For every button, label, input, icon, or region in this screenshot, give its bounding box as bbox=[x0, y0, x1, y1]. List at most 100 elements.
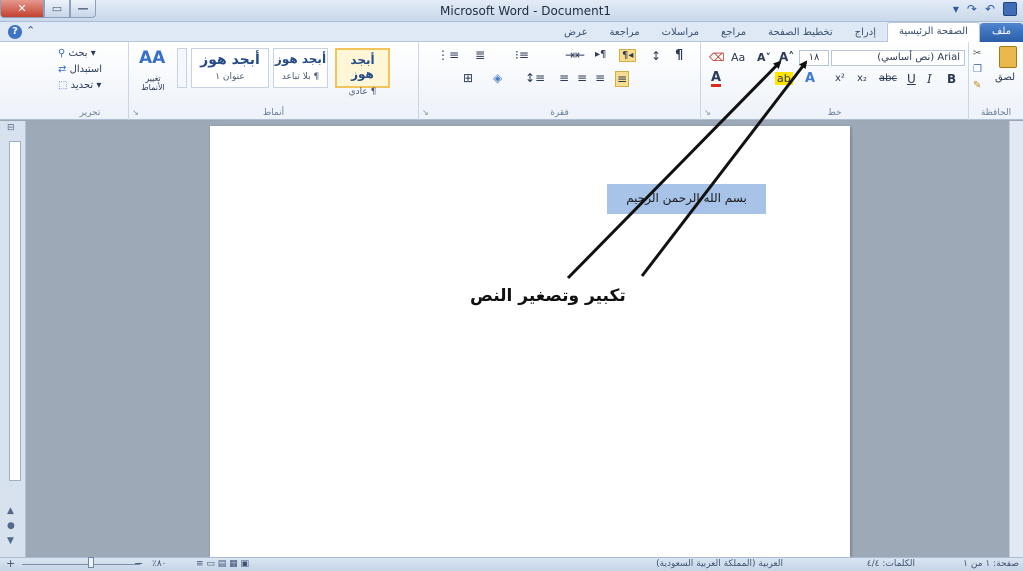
styles-group-label: أنماط bbox=[262, 108, 285, 118]
replace-button[interactable]: استبدال ⇄ bbox=[58, 64, 102, 75]
tab-file[interactable]: ملف bbox=[979, 23, 1023, 42]
zoom-in-button[interactable]: + bbox=[6, 557, 15, 570]
select-label: تحديد bbox=[70, 80, 94, 91]
paste-icon[interactable] bbox=[999, 46, 1017, 68]
superscript-button[interactable]: x² bbox=[835, 73, 845, 84]
document-page[interactable]: بسم الله الرحمن الرحيم bbox=[210, 126, 850, 557]
replace-icon: ⇄ bbox=[58, 64, 67, 75]
style-no-spacing-name: ¶ بلا تباعد bbox=[281, 72, 320, 82]
font-group-label: خط bbox=[827, 108, 842, 118]
style-normal[interactable]: أبجد هوز ¶ عادي bbox=[335, 48, 390, 97]
title-bar: ✕ ▭ — Microsoft Word - Document1 ▾ ↷ ↶ bbox=[0, 0, 1023, 22]
style-heading-1[interactable]: أبجد هوز عنوان ١ bbox=[191, 48, 269, 88]
multilevel-list-button[interactable]: ⁝≡ bbox=[515, 48, 529, 62]
ribbon-tabs-row: ? ⌃ ملف الصفحة الرئيسية إدراج تخطيط الصف… bbox=[0, 22, 1023, 42]
change-styles-button[interactable]: تغيير الأنماط bbox=[133, 74, 173, 92]
strikethrough-button[interactable]: abc bbox=[879, 73, 897, 84]
italic-button[interactable]: I bbox=[927, 72, 932, 86]
indent-icons[interactable]: ⇥⇤ bbox=[565, 48, 585, 62]
style-no-spacing-sample: أبجد هوز bbox=[274, 52, 327, 66]
page-indicator[interactable]: صفحة: ١ من ١ bbox=[963, 559, 1019, 569]
qat-dropdown-icon[interactable]: ▾ bbox=[953, 2, 959, 16]
change-case-button[interactable]: Aa bbox=[731, 51, 745, 64]
ruler-toggle-icon[interactable]: ⊟ bbox=[7, 123, 15, 133]
clipboard-group-label: الحافظة bbox=[980, 108, 1012, 118]
paragraph-dialog-launcher-icon[interactable]: ↘ bbox=[422, 108, 429, 117]
ltr-direction-button[interactable]: ▸¶ bbox=[595, 49, 606, 60]
tab-view[interactable]: عرض bbox=[553, 24, 599, 42]
minimize-button[interactable]: — bbox=[70, 0, 96, 18]
font-dialog-launcher-icon[interactable]: ↘ bbox=[704, 108, 711, 117]
font-size-combo[interactable]: ١٨ bbox=[799, 50, 829, 66]
cut-icon[interactable]: ✂ bbox=[973, 48, 981, 59]
rtl-direction-button[interactable]: ¶◂ bbox=[619, 49, 637, 62]
style-heading-1-sample: أبجد هوز bbox=[200, 52, 260, 68]
tab-review[interactable]: مراجعة bbox=[599, 24, 651, 42]
zoom-out-button[interactable]: − bbox=[134, 557, 143, 570]
bold-button[interactable]: B bbox=[947, 72, 956, 86]
font-color-button[interactable]: A bbox=[711, 71, 722, 87]
selected-document-text[interactable]: بسم الله الرحمن الرحيم bbox=[607, 184, 766, 214]
vertical-ruler: ⊟ ▲ ● ▼ bbox=[0, 121, 26, 557]
font-name-combo[interactable]: Arial (نص أساسي) bbox=[831, 50, 965, 66]
window-controls: ✕ ▭ — bbox=[0, 0, 96, 20]
styles-gallery-scroll[interactable] bbox=[177, 48, 187, 88]
undo-icon[interactable]: ↶ bbox=[985, 2, 995, 16]
tab-references[interactable]: مراجع bbox=[710, 24, 757, 42]
editing-group: ▾ بحث ⚲ استبدال ⇄ ▾ تحديد ⬚ تحرير bbox=[52, 42, 128, 120]
close-button[interactable]: ✕ bbox=[0, 0, 44, 18]
tab-mailings[interactable]: مراسلات bbox=[651, 24, 710, 42]
save-icon[interactable] bbox=[1003, 2, 1017, 16]
clear-formatting-button[interactable]: ⌫ bbox=[709, 51, 725, 64]
align-justify-button[interactable]: ≡ bbox=[595, 71, 605, 85]
style-heading-1-name: عنوان ١ bbox=[215, 72, 245, 82]
view-buttons[interactable]: ≡ ▭ ▤ ▦ ▣ bbox=[196, 559, 249, 569]
minimize-ribbon-icon[interactable]: ⌃ bbox=[26, 24, 35, 37]
maximize-button[interactable]: ▭ bbox=[44, 0, 70, 18]
copy-icon[interactable]: ❐ bbox=[973, 64, 982, 75]
shading-button[interactable]: ◈ bbox=[493, 71, 502, 85]
styles-dialog-launcher-icon[interactable]: ↘ bbox=[132, 108, 139, 117]
tab-insert[interactable]: إدراج bbox=[844, 24, 887, 42]
vertical-scrollbar[interactable] bbox=[1009, 121, 1023, 557]
word-count[interactable]: الكلمات: ٤/٤ bbox=[867, 559, 915, 569]
clipboard-group: لصق ✂ ❐ ✎ الحافظة bbox=[968, 42, 1023, 120]
paste-button[interactable]: لصق bbox=[995, 72, 1015, 83]
zoom-slider-thumb[interactable] bbox=[88, 557, 94, 568]
tab-page-layout[interactable]: تخطيط الصفحة bbox=[757, 24, 844, 42]
text-effects-button[interactable]: A bbox=[805, 71, 815, 86]
select-button[interactable]: ▾ تحديد ⬚ bbox=[58, 80, 101, 91]
line-spacing-button[interactable]: ↕≡ bbox=[525, 71, 545, 85]
borders-button[interactable]: ⊞ bbox=[463, 71, 473, 85]
style-no-spacing[interactable]: أبجد هوز ¶ بلا تباعد bbox=[273, 48, 328, 88]
change-styles-icon[interactable]: AA bbox=[139, 48, 165, 68]
show-marks-button[interactable]: ¶ bbox=[675, 48, 683, 63]
sort-button[interactable]: ↕ bbox=[651, 49, 661, 63]
next-object-icon[interactable]: ▼ bbox=[7, 536, 14, 546]
subscript-button[interactable]: x₂ bbox=[857, 73, 867, 84]
redo-icon[interactable]: ↷ bbox=[967, 2, 977, 16]
numbering-button[interactable]: ≣ bbox=[475, 48, 485, 62]
align-left-button[interactable]: ≡ bbox=[559, 71, 569, 85]
align-center-button[interactable]: ≡ bbox=[577, 71, 587, 85]
zoom-slider[interactable] bbox=[22, 564, 140, 565]
bullets-button[interactable]: ⋮≡ bbox=[437, 48, 459, 62]
language-indicator[interactable]: العربية (المملكة العربية السعودية) bbox=[656, 559, 783, 569]
tab-home[interactable]: الصفحة الرئيسية bbox=[886, 22, 980, 42]
ribbon: لصق ✂ ❐ ✎ الحافظة Arial (نص أساسي) ١٨ A˄… bbox=[0, 42, 1023, 120]
align-right-button[interactable]: ≡ bbox=[615, 71, 630, 87]
font-group: Arial (نص أساسي) ١٨ A˄ A˅ Aa ⌫ B I U abc… bbox=[700, 42, 968, 120]
help-icon[interactable]: ? bbox=[8, 25, 22, 39]
window-title: Microsoft Word - Document1 bbox=[440, 4, 612, 18]
find-button[interactable]: ▾ بحث ⚲ bbox=[58, 48, 96, 59]
highlight-button[interactable]: ab bbox=[775, 72, 793, 85]
grow-font-button[interactable]: A˄ bbox=[779, 50, 794, 64]
format-painter-icon[interactable]: ✎ bbox=[973, 80, 981, 91]
select-icon: ⬚ bbox=[58, 80, 68, 91]
previous-object-icon[interactable]: ▲ bbox=[7, 506, 14, 516]
shrink-font-button[interactable]: A˅ bbox=[757, 51, 771, 64]
find-label: بحث bbox=[68, 48, 88, 59]
browse-object-icon[interactable]: ● bbox=[7, 521, 15, 531]
zoom-level[interactable]: ٪٨٠ bbox=[152, 559, 167, 569]
underline-button[interactable]: U bbox=[907, 72, 916, 86]
